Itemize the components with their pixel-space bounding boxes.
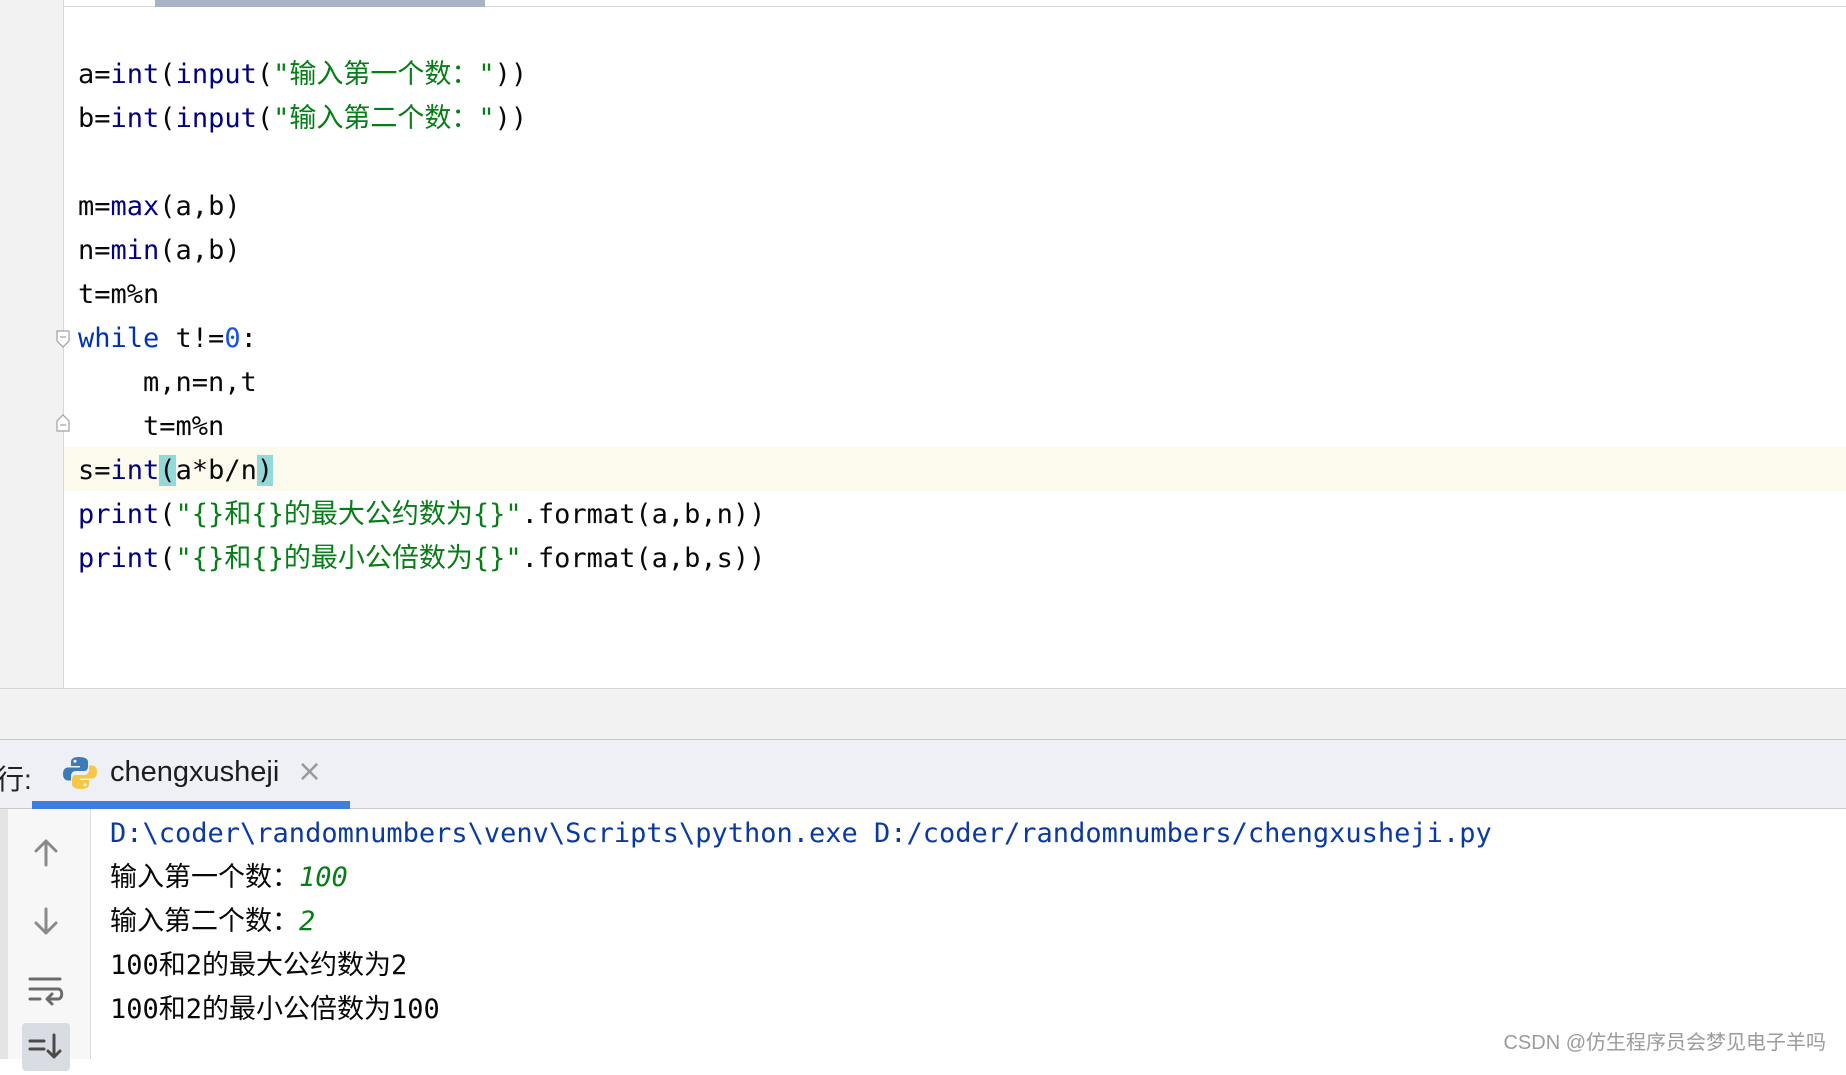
console-output-line: 100和2的最小公倍数为100: [110, 994, 440, 1025]
console-command-line: D:\coder\randomnumbers\venv\Scripts\pyth…: [110, 818, 1492, 849]
code-line[interactable]: while t!=0:: [78, 317, 257, 361]
python-icon: [63, 757, 97, 789]
code-line[interactable]: t=m%n: [78, 273, 159, 317]
current-line-highlight: [0, 447, 1846, 491]
code-line[interactable]: n=min(a,b): [78, 229, 241, 273]
run-tab-label: chengxusheji: [110, 756, 280, 788]
editor-status-strip: [0, 688, 1846, 740]
code-token: 0: [224, 323, 241, 354]
code-token: a*b/n: [175, 455, 257, 486]
code-token: input: [175, 59, 257, 90]
code-token: t=m%n: [78, 279, 160, 310]
code-line[interactable]: b=int(input("输入第二个数：")): [78, 97, 527, 141]
code-token: int: [110, 455, 160, 486]
code-token: b=: [78, 103, 111, 134]
fold-end-icon[interactable]: [55, 414, 71, 432]
code-token: )): [494, 103, 528, 134]
code-token: input: [175, 103, 257, 134]
close-icon[interactable]: ×: [297, 754, 322, 789]
soft-wrap-icon[interactable]: [22, 966, 70, 1014]
code-token: :: [240, 323, 257, 354]
watermark: CSDN @仿生程序员会梦见电子羊吗: [1503, 1032, 1826, 1054]
matched-brace: (: [159, 455, 176, 486]
console-prompt: 输入第二个数：: [110, 906, 299, 937]
code-token: int: [110, 103, 160, 134]
code-token: int: [110, 59, 160, 90]
console-line: 输入第一个数：100: [110, 856, 348, 900]
code-token: .format(a,b,n)): [521, 499, 766, 530]
run-tab-chengxusheji[interactable]: chengxusheji ×: [32, 740, 350, 809]
code-token: t=m%n: [78, 411, 225, 442]
console-user-input: 100: [299, 862, 348, 893]
code-token: min: [110, 235, 160, 266]
code-token: (a,b): [159, 191, 241, 222]
run-tool-window-header: 行: chengxusheji ×: [0, 740, 1846, 809]
code-line[interactable]: a=int(input("输入第一个数：")): [78, 53, 527, 97]
code-token: "{}和{}的最小公倍数为{}": [175, 543, 522, 574]
code-token: "输入第二个数：": [273, 103, 495, 134]
code-token: (: [256, 59, 274, 90]
code-token: "输入第一个数：": [273, 59, 495, 90]
code-editor[interactable]: a=int(input("输入第一个数：")) b=int(input("输入第…: [0, 0, 1846, 688]
arrow-down-icon[interactable]: [22, 897, 70, 945]
console-user-input: 2: [299, 906, 316, 937]
code-token: max: [110, 191, 160, 222]
code-token: m,n=n,t: [78, 367, 257, 398]
code-token: print: [78, 499, 160, 530]
code-line[interactable]: print("{}和{}的最大公约数为{}".format(a,b,n)): [78, 493, 765, 537]
code-token: a=: [78, 59, 111, 90]
code-token: (: [159, 543, 176, 574]
code-token: n=: [78, 235, 111, 266]
code-token: (: [256, 103, 274, 134]
code-token: s=: [78, 455, 111, 486]
code-token: t!=: [159, 323, 225, 354]
scroll-to-end-button[interactable]: [22, 1023, 70, 1071]
code-token: )): [494, 59, 528, 90]
scroll-to-end-icon: [28, 1033, 62, 1059]
code-line[interactable]: t=m%n: [78, 405, 224, 449]
code-token: (: [159, 499, 176, 530]
run-toolbar: [0, 809, 91, 1071]
fold-collapse-icon[interactable]: [55, 330, 71, 348]
code-token: (a,b): [159, 235, 241, 266]
active-tab-indicator: [32, 801, 350, 809]
console-prompt: 输入第一个数：: [110, 862, 299, 893]
code-token: print: [78, 543, 160, 574]
code-token: .format(a,b,s)): [521, 543, 766, 574]
console-line: 输入第二个数：2: [110, 900, 315, 944]
code-token: "{}和{}的最大公约数为{}": [175, 499, 522, 530]
code-line[interactable]: print("{}和{}的最小公倍数为{}".format(a,b,s)): [78, 537, 765, 581]
horizontal-scrollbar-thumb[interactable]: [155, 0, 485, 7]
matched-brace: ): [256, 455, 274, 486]
tool-window-edge: [0, 809, 8, 1059]
console-output-line: 100和2的最大公约数为2: [110, 950, 408, 981]
run-window-title: 行:: [0, 764, 32, 795]
code-line[interactable]: m,n=n,t: [78, 361, 257, 405]
code-token: (: [159, 103, 176, 134]
code-token: m=: [78, 191, 111, 222]
code-line[interactable]: m=max(a,b): [78, 185, 241, 229]
arrow-up-icon[interactable]: [22, 829, 70, 877]
code-line-current[interactable]: s=int(a*b/n): [78, 449, 274, 493]
console-output[interactable]: D:\coder\randomnumbers\venv\Scripts\pyth…: [92, 809, 1846, 1059]
code-token: while: [78, 323, 160, 354]
code-token: (: [159, 59, 176, 90]
